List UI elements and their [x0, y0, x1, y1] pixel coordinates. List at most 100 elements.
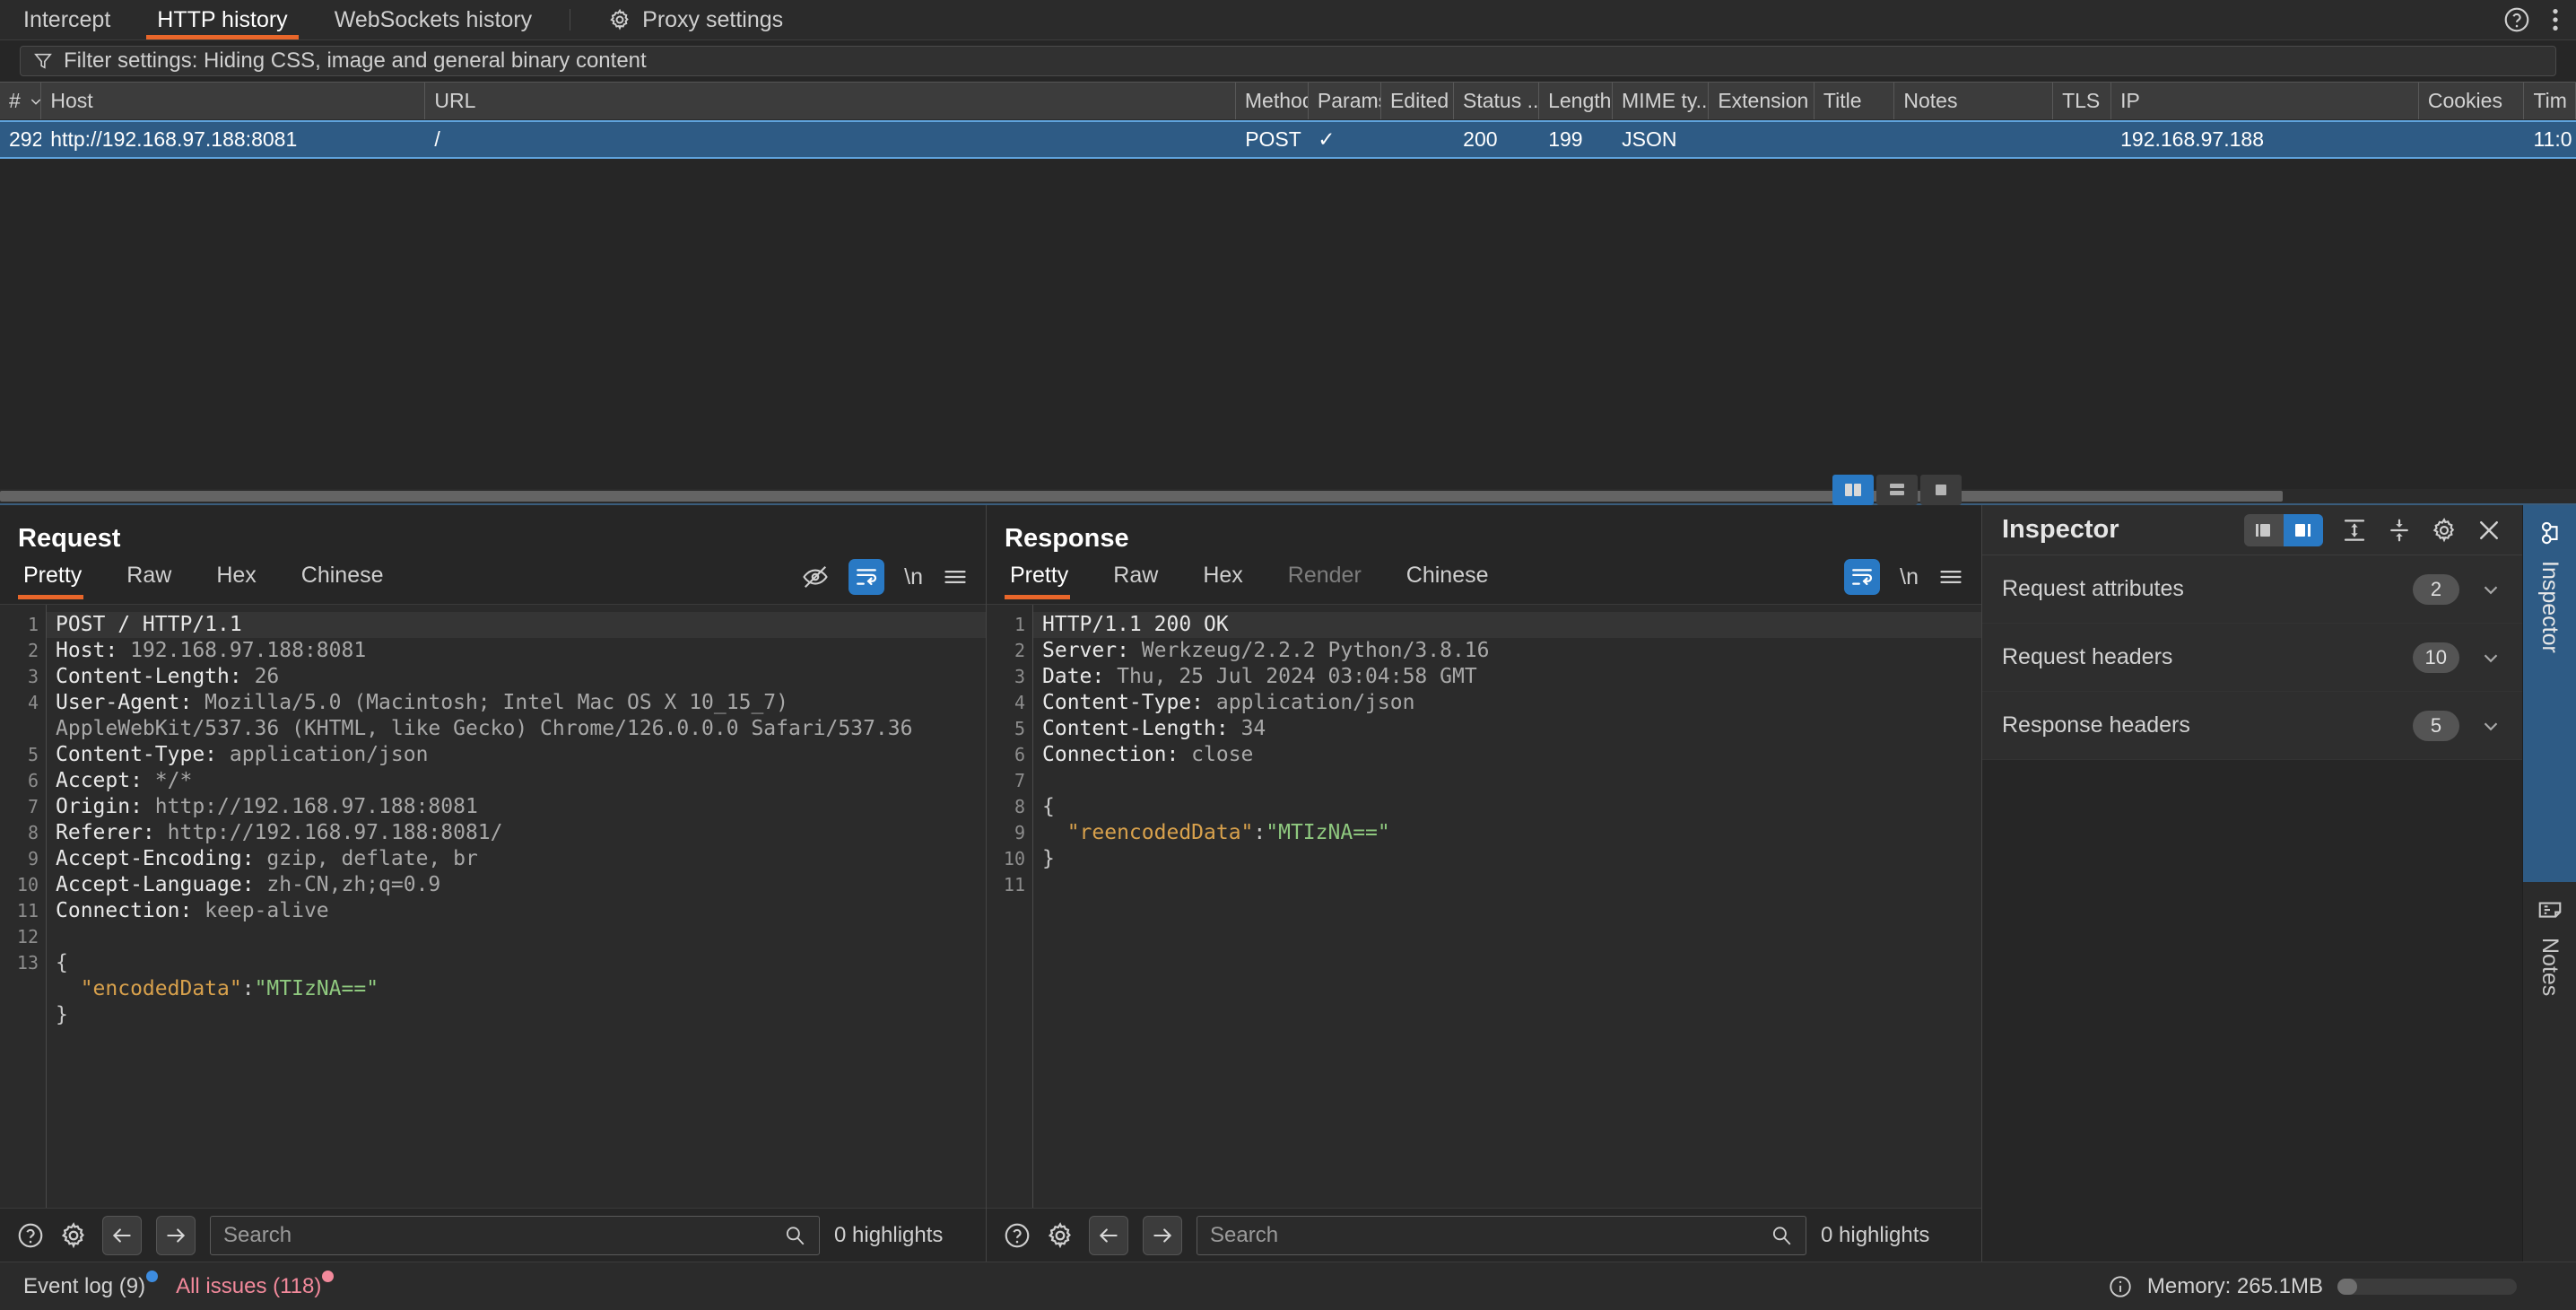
request-code[interactable]: POST / HTTP/1.1 Host: 192.168.97.188:8081…	[47, 605, 986, 1208]
request-editor[interactable]: 1 2 3 4 5 6 7 8 9 10 11 12 13 POST / HTTP/1.1 Host: 1…	[0, 604, 986, 1208]
code-token: Content-Length:	[1042, 717, 1241, 740]
magnifier-icon[interactable]	[1770, 1224, 1793, 1247]
layout-left-icon[interactable]	[2244, 514, 2284, 546]
note-document-icon	[2537, 896, 2563, 923]
code-token: "MTIzNA=="	[1266, 821, 1390, 844]
inspector-section-response-headers[interactable]: Response headers 5	[1982, 692, 2522, 760]
column-header-length[interactable]: Length	[1539, 83, 1614, 119]
eye-slash-icon[interactable]	[802, 563, 829, 590]
filter-settings-bar[interactable]: Filter settings: Hiding CSS, image and g…	[20, 46, 2556, 76]
column-header-tls[interactable]: TLS	[2053, 83, 2112, 119]
inspector-section-request-attributes[interactable]: Request attributes 2	[1982, 555, 2522, 624]
table-horizontal-scrollbar[interactable]	[0, 489, 2576, 503]
request-tab-hex[interactable]: Hex	[211, 563, 275, 599]
hamburger-menu-icon[interactable]	[1938, 564, 1963, 590]
rail-tab-inspector[interactable]: Inspector	[2523, 505, 2576, 882]
code-token: }	[56, 1003, 68, 1026]
response-tab-chinese[interactable]: Chinese	[1401, 563, 1509, 599]
inspector-section-label: Request headers	[2002, 644, 2173, 669]
close-icon[interactable]	[2476, 517, 2502, 544]
response-search-input[interactable]	[1210, 1222, 1770, 1248]
chevron-down-icon[interactable]	[2479, 578, 2502, 601]
word-wrap-icon[interactable]	[849, 559, 885, 595]
column-header-num[interactable]: #	[0, 83, 42, 119]
help-circle-icon[interactable]	[16, 1221, 45, 1250]
column-header-mime[interactable]: MIME ty...	[1613, 83, 1710, 119]
event-log-link[interactable]: Event log (9)	[23, 1270, 159, 1299]
request-search-box[interactable]	[210, 1215, 820, 1255]
column-header-label: Extension	[1718, 89, 1809, 112]
column-header-label: #	[9, 89, 21, 112]
code-token: Server:	[1042, 639, 1142, 662]
response-tab-raw[interactable]: Raw	[1108, 563, 1178, 599]
rail-tab-notes[interactable]: Notes	[2523, 882, 2576, 1010]
table-cell-host: http://192.168.97.188:8081	[50, 127, 298, 151]
magnifier-icon[interactable]	[783, 1224, 806, 1247]
response-editor[interactable]: 1 2 3 4 5 6 7 8 9 10 11 HTTP/1.1 200 OK Server: Wer…	[987, 604, 1981, 1208]
column-header-params[interactable]: Params	[1309, 83, 1381, 119]
column-header-cookies[interactable]: Cookies	[2419, 83, 2525, 119]
line-number: 12	[16, 926, 39, 948]
newline-icon[interactable]: \n	[904, 564, 923, 590]
response-code[interactable]: HTTP/1.1 200 OK Server: Werkzeug/2.2.2 Py…	[1033, 605, 1981, 1208]
kebab-menu-icon[interactable]	[2551, 5, 2560, 34]
column-header-notes[interactable]: Notes	[1894, 83, 2054, 119]
all-issues-link[interactable]: All issues (118)	[176, 1270, 335, 1299]
table-row[interactable]: 292 http://192.168.97.188:8081 / POST ✓ 200 19…	[0, 120, 2576, 159]
column-header-host[interactable]: Host	[41, 83, 426, 119]
response-tab-hex[interactable]: Hex	[1197, 563, 1262, 599]
gear-icon[interactable]	[59, 1221, 88, 1250]
request-title: Request	[18, 524, 121, 553]
request-line-numbers: 1 2 3 4 5 6 7 8 9 10 11 12 13	[0, 605, 47, 1208]
newline-icon[interactable]: \n	[1900, 564, 1919, 590]
memory-indicator[interactable]: Memory: 265.1MB	[2108, 1274, 2517, 1299]
find-next-button[interactable]	[156, 1215, 196, 1255]
layout-right-icon[interactable]	[2284, 513, 2323, 546]
request-tab-pretty[interactable]: Pretty	[18, 563, 101, 599]
table-body[interactable]: 292 http://192.168.97.188:8081 / POST ✓ 200 19…	[0, 120, 2576, 489]
tab-http-history[interactable]: HTTP history	[134, 0, 310, 39]
response-search-box[interactable]	[1197, 1215, 1806, 1255]
column-header-ip[interactable]: IP	[2111, 83, 2419, 119]
find-prev-button[interactable]	[102, 1215, 142, 1255]
line-number: 1	[1014, 614, 1025, 635]
code-token: Content-Type:	[1042, 691, 1216, 714]
tab-websockets-history[interactable]: WebSockets history	[311, 0, 555, 39]
column-header-url[interactable]: URL	[425, 83, 1236, 119]
split-vertical-icon[interactable]	[1832, 475, 1874, 505]
single-pane-icon[interactable]	[1920, 475, 1962, 505]
help-circle-icon[interactable]	[2502, 5, 2531, 34]
gear-icon[interactable]	[2431, 517, 2458, 544]
gear-icon[interactable]	[1046, 1221, 1075, 1250]
hamburger-menu-icon[interactable]	[943, 564, 968, 590]
request-tab-raw[interactable]: Raw	[121, 563, 191, 599]
column-header-extension[interactable]: Extension	[1709, 83, 1815, 119]
chevron-down-icon[interactable]	[2479, 646, 2502, 669]
code-token: Content-Length:	[56, 665, 255, 688]
code-token: 34	[1240, 717, 1266, 740]
expand-all-icon[interactable]	[2341, 517, 2368, 544]
word-wrap-icon[interactable]	[1844, 559, 1881, 595]
find-next-button[interactable]	[1143, 1215, 1182, 1255]
memory-bar	[2337, 1278, 2517, 1295]
response-tab-pretty[interactable]: Pretty	[1005, 563, 1088, 599]
inspector-section-request-headers[interactable]: Request headers 10	[1982, 624, 2522, 692]
find-prev-button[interactable]	[1089, 1215, 1128, 1255]
tab-intercept[interactable]: Intercept	[0, 0, 134, 39]
request-tab-chinese[interactable]: Chinese	[296, 563, 404, 599]
split-horizontal-icon[interactable]	[1876, 475, 1918, 505]
funnel-icon	[33, 51, 53, 71]
inspector-section-count-badge: 5	[2413, 710, 2459, 741]
column-header-edited[interactable]: Edited	[1381, 83, 1454, 119]
response-pane: Response Pretty Raw Hex Render Chinese \…	[987, 475, 1982, 1262]
chevron-down-icon[interactable]	[2479, 714, 2502, 738]
request-search-input[interactable]	[223, 1222, 783, 1248]
column-header-method[interactable]: Method	[1236, 83, 1309, 119]
line-number: 6	[27, 770, 39, 791]
column-header-status[interactable]: Status ...	[1454, 83, 1540, 119]
tab-proxy-settings[interactable]: Proxy settings	[585, 0, 806, 39]
collapse-all-icon[interactable]	[2386, 517, 2413, 544]
help-circle-icon[interactable]	[1003, 1221, 1031, 1250]
column-header-time[interactable]: Tim	[2524, 83, 2576, 119]
column-header-title[interactable]: Title	[1815, 83, 1895, 119]
